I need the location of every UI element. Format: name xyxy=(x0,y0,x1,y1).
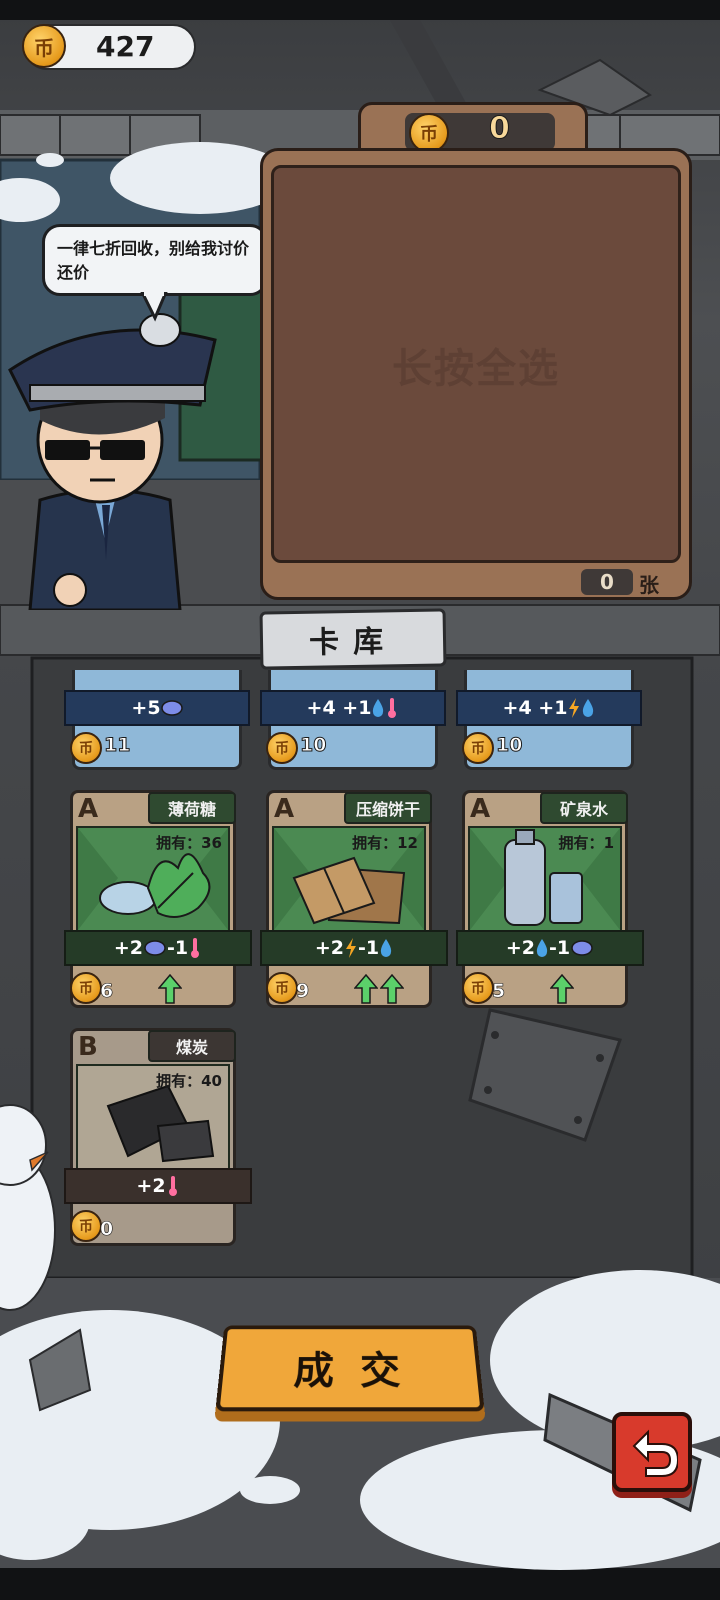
sell-drop-area[interactable]: 长按全选 xyxy=(271,165,681,563)
heat-icon xyxy=(388,698,397,718)
upgrade-arrow-icon xyxy=(550,974,574,1004)
selected-unit: 张 xyxy=(639,573,659,597)
coin-icon: 币 xyxy=(266,732,298,764)
card-grade: B xyxy=(78,1032,98,1062)
upgrade-arrow-icon xyxy=(380,974,404,1004)
dialog-text: 一律七折回收，别给我讨价还价 xyxy=(57,239,250,282)
energy-icon xyxy=(346,938,357,958)
card-price: 0 xyxy=(100,1218,114,1241)
coin-icon: 币 xyxy=(462,972,494,1004)
card-stats: +2 -1 xyxy=(64,930,252,966)
inventory-card[interactable]: +5 币 11 xyxy=(64,670,252,780)
card-price: 9 xyxy=(296,980,310,1003)
inventory-card[interactable]: +4 +1 币 10 xyxy=(260,670,448,780)
tab-card-inventory[interactable]: 卡库 xyxy=(259,608,447,670)
coin-icon: 币 xyxy=(70,1210,102,1242)
coin-icon: 币 xyxy=(70,732,102,764)
card-name: 矿泉水 xyxy=(540,792,628,824)
upgrade-arrow-icon xyxy=(354,974,378,1004)
card-stats: +5 xyxy=(64,690,250,726)
card-stats: +4 +1 xyxy=(260,690,446,726)
card-name: 煤炭 xyxy=(148,1030,236,1062)
card-price: 10 xyxy=(495,734,523,757)
shopkeeper-police-character xyxy=(8,313,217,610)
back-button[interactable] xyxy=(612,1412,692,1492)
card-owned: 拥有：40 xyxy=(156,1072,222,1090)
card-price: 6 xyxy=(100,980,114,1003)
upgrade-arrow-icon xyxy=(158,974,182,1004)
water-icon xyxy=(380,939,392,957)
coin-icon: 币 xyxy=(409,113,449,153)
card-owned: 拥有：36 xyxy=(156,834,222,852)
coin-icon: 币 xyxy=(22,24,66,68)
card-stats: +2 xyxy=(64,1168,252,1204)
inventory-card[interactable]: +4 +1 币 10 xyxy=(456,670,644,780)
energy-icon xyxy=(569,698,580,718)
card-stats: +2 -1 xyxy=(260,930,448,966)
heat-icon xyxy=(191,938,200,958)
game-screen: 币 427 一律七折回收，别给我讨价还价 币 0 长按全选 0 张 卡库 +5 … xyxy=(0,0,720,1600)
card-price: 10 xyxy=(299,734,327,757)
return-arrow-icon xyxy=(632,1429,678,1477)
card-stats: +4 +1 xyxy=(456,690,642,726)
water-icon xyxy=(536,939,548,957)
sell-panel[interactable]: 长按全选 0 张 xyxy=(260,148,692,600)
card-price: 5 xyxy=(492,980,506,1003)
coin-icon: 币 xyxy=(266,972,298,1004)
sell-total-value: 0 xyxy=(489,111,511,147)
item-card-coal[interactable]: B 煤炭 拥有：40 +2 币 0 xyxy=(64,1028,252,1246)
brain-icon xyxy=(144,940,166,956)
long-press-select-all-hint: 长按全选 xyxy=(392,346,560,392)
water-icon xyxy=(583,699,594,717)
selected-count: 0 xyxy=(581,569,633,595)
item-card-compressed-biscuit[interactable]: A 压缩饼干 拥有：12 +2 -1 币 9 xyxy=(260,790,448,1008)
card-price: 11 xyxy=(103,734,131,757)
card-name: 薄荷糖 xyxy=(148,792,236,824)
card-name: 压缩饼干 xyxy=(344,792,432,824)
brain-icon xyxy=(571,940,593,956)
coin-balance-value: 427 xyxy=(96,30,155,63)
card-grade: A xyxy=(274,794,295,824)
card-owned: 拥有：1 xyxy=(558,834,614,852)
coin-balance: 币 427 xyxy=(22,24,196,70)
card-grade: A xyxy=(470,794,491,824)
item-card-mineral-water[interactable]: A 矿泉水 拥有：1 +2 -1 币 5 xyxy=(456,790,644,1008)
water-icon xyxy=(373,699,384,717)
card-grade: A xyxy=(78,794,99,824)
deal-button[interactable]: 成 交 xyxy=(215,1325,485,1412)
speech-bubble: 一律七折回收，别给我讨价还价 xyxy=(42,224,268,296)
coin-icon: 币 xyxy=(462,732,494,764)
item-card-mint-candy[interactable]: A 薄荷糖 拥有：36 +2 -1 币 6 xyxy=(64,790,252,1008)
heat-icon xyxy=(168,1176,177,1196)
brain-icon xyxy=(160,700,183,716)
speech-bubble-tail xyxy=(140,292,168,322)
card-owned: 拥有：12 xyxy=(352,834,418,852)
card-stats: +2 -1 xyxy=(456,930,644,966)
coin-icon: 币 xyxy=(70,972,102,1004)
